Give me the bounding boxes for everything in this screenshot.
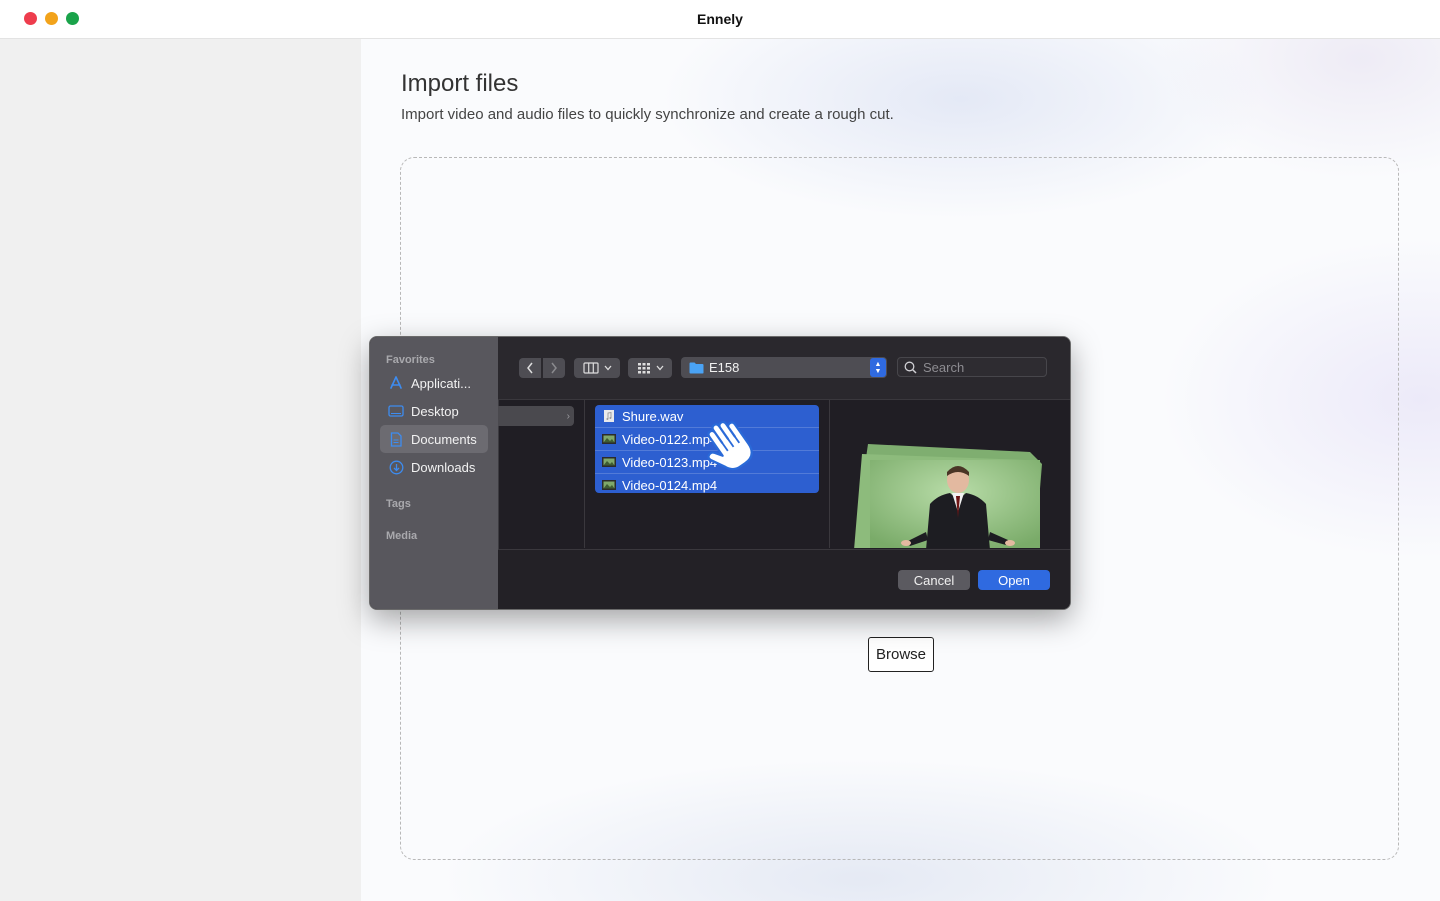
- folder-icon: [689, 362, 704, 373]
- file-name: Video-0124.mp4: [622, 477, 718, 493]
- file-open-dialog: Favorites Applicati... Desktop Documents…: [369, 336, 1071, 610]
- video-file-icon: [602, 434, 616, 444]
- chevron-right-icon: [551, 362, 557, 374]
- dialog-toolbar: E158 ▲ ▼ Search: [498, 337, 1070, 400]
- video-preview-thumbnail: [854, 444, 1042, 548]
- page-title: Import files: [401, 70, 519, 97]
- selected-files: Shure.wav Video-0122.mp4 Video-0123.mp4 …: [595, 405, 819, 493]
- media-heading[interactable]: Media: [386, 530, 417, 542]
- file-name: Video-0122.mp4: [622, 431, 718, 447]
- file-row[interactable]: Video-0122.mp4: [595, 428, 819, 451]
- chevron-right-icon: ›: [566, 410, 570, 422]
- view-mode-button[interactable]: [574, 358, 620, 378]
- file-row[interactable]: Shure.wav: [595, 405, 819, 428]
- up-down-chevron-icon: ▲ ▼: [870, 358, 886, 377]
- tags-heading[interactable]: Tags: [386, 498, 411, 510]
- chevron-left-icon: [527, 362, 533, 374]
- document-icon: [388, 431, 404, 447]
- search-placeholder: Search: [923, 359, 965, 375]
- desktop-icon: [388, 403, 404, 419]
- file-row[interactable]: Video-0123.mp4: [595, 451, 819, 474]
- audio-file-icon: [604, 410, 614, 422]
- sidebar-item-label: Applicati...: [411, 375, 471, 391]
- folder-name: E158: [709, 360, 740, 375]
- sidebar-item-label: Desktop: [411, 403, 459, 419]
- forward-button[interactable]: [543, 358, 565, 378]
- file-name: Video-0123.mp4: [622, 454, 718, 470]
- file-name: Shure.wav: [622, 408, 684, 424]
- selected-folder-row[interactable]: ›: [498, 406, 574, 426]
- sidebar-item-label: Documents: [411, 431, 477, 447]
- cancel-button[interactable]: Cancel: [898, 570, 970, 590]
- chevron-down-icon: [604, 365, 611, 371]
- folder-path-popup[interactable]: E158 ▲ ▼: [681, 357, 887, 378]
- browse-button[interactable]: Browse: [868, 637, 934, 672]
- sidebar-item-applications[interactable]: Applicati...: [380, 369, 488, 397]
- dialog-sidebar: Favorites Applicati... Desktop Documents…: [370, 337, 499, 609]
- file-row[interactable]: Video-0124.mp4: [595, 474, 819, 496]
- video-file-icon: [602, 457, 616, 467]
- sidebar-pane: [0, 39, 361, 901]
- search-field[interactable]: Search: [897, 357, 1047, 377]
- sidebar-item-desktop[interactable]: Desktop: [380, 397, 488, 425]
- favorites-heading: Favorites: [386, 354, 435, 366]
- open-button[interactable]: Open: [978, 570, 1050, 590]
- title-bar: Ennely: [0, 0, 1440, 39]
- parent-column: ›: [498, 400, 585, 548]
- back-button[interactable]: [519, 358, 541, 378]
- page-subtitle: Import video and audio files to quickly …: [401, 106, 894, 123]
- sidebar-item-label: Downloads: [411, 459, 476, 475]
- file-column: Shure.wav Video-0122.mp4 Video-0123.mp4 …: [585, 400, 830, 548]
- video-file-icon: [602, 480, 616, 490]
- app-store-icon: [388, 375, 404, 391]
- group-button[interactable]: [628, 358, 672, 378]
- preview-pane: [830, 400, 1070, 548]
- chevron-down-icon: [656, 365, 663, 371]
- columns-view-icon: [582, 362, 599, 374]
- grid-icon: [637, 363, 650, 374]
- download-icon: [388, 459, 404, 475]
- sidebar-item-documents[interactable]: Documents: [380, 425, 488, 453]
- search-icon: [904, 361, 917, 374]
- app-title: Ennely: [697, 11, 743, 27]
- dialog-footer: Cancel Open: [498, 549, 1070, 609]
- sidebar-item-downloads[interactable]: Downloads: [380, 453, 488, 481]
